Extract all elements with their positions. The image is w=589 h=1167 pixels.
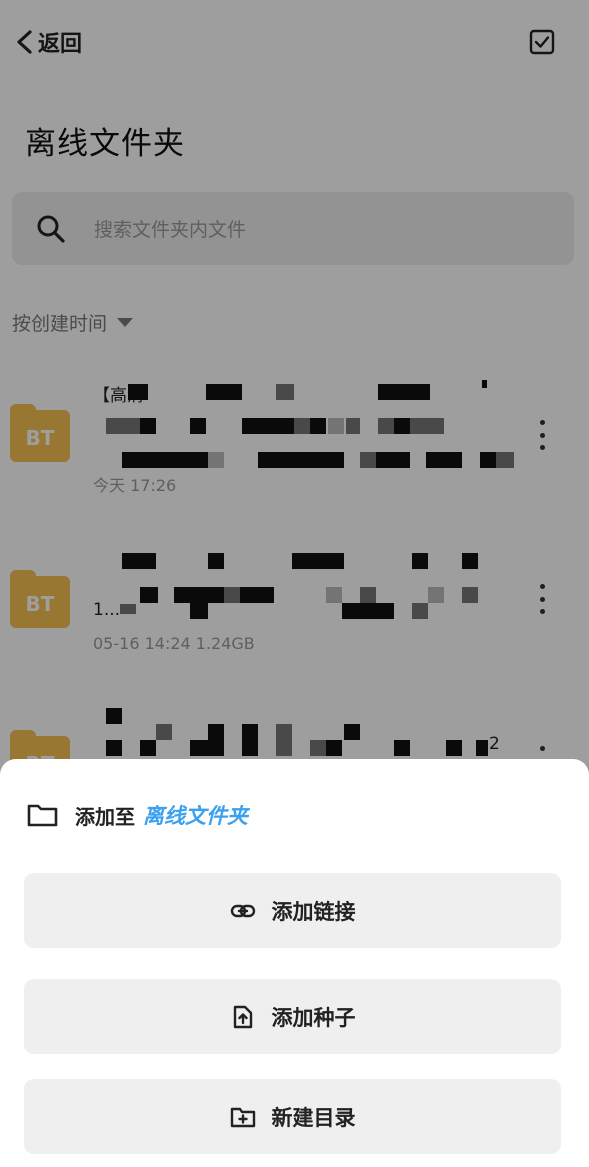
add-link-button[interactable]: 添加链接 [24,873,561,948]
add-to-label: 添加至 [75,804,135,829]
file-upload-icon [233,1005,252,1028]
destination-folder-link[interactable]: 离线文件夹 [143,800,248,830]
add-bottom-sheet: 添加至 离线文件夹 添加链接 添加种子 新建目录 [0,759,589,1167]
folder-plus-icon [230,1107,255,1127]
link-icon [230,904,255,917]
folder-outline-icon [27,804,58,827]
new-directory-label: 新建目录 [271,1105,356,1130]
add-torrent-label: 添加种子 [271,1005,356,1030]
add-link-label: 添加链接 [271,899,356,924]
add-torrent-button[interactable]: 添加种子 [24,979,561,1054]
new-directory-button[interactable]: 新建目录 [24,1079,561,1154]
destination-folder-row: 添加至 离线文件夹 [26,800,248,830]
